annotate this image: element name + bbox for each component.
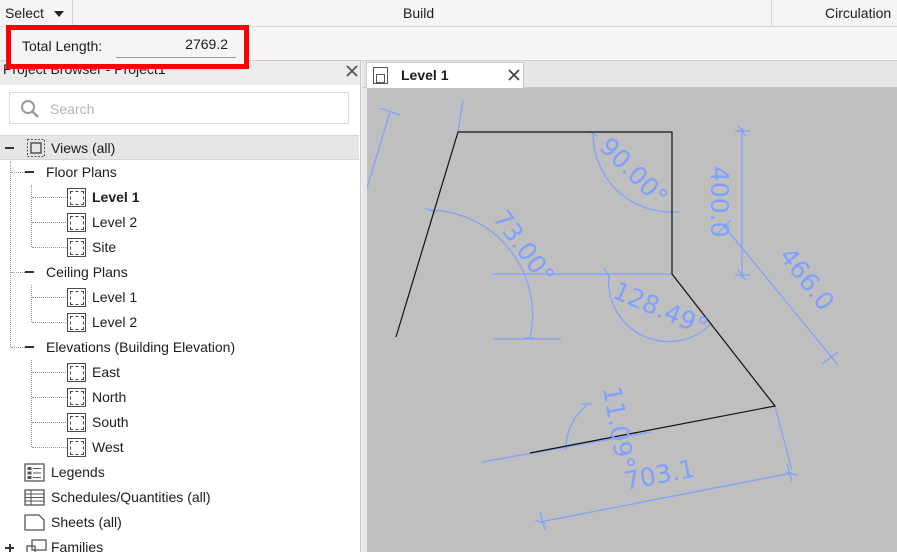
close-icon[interactable] (345, 64, 359, 78)
total-length-field[interactable]: 2769.2 (116, 35, 236, 58)
tree-item-site[interactable]: Site (0, 235, 359, 260)
floor-plan-view-icon (67, 213, 86, 232)
select-menu[interactable]: Select (5, 5, 64, 21)
dimension-line (367, 111, 391, 189)
tree-guide (32, 322, 66, 323)
tree-guide (32, 372, 66, 373)
tree-item-south[interactable]: South (0, 410, 359, 435)
tree-label-families: Families (51, 539, 104, 552)
tree-guide (32, 222, 66, 223)
tree-item-west[interactable]: West (0, 435, 359, 460)
tree-label-ceiling-level-2: Level 2 (92, 314, 138, 330)
sheet-icon (24, 514, 45, 531)
floor-plan-tab-icon (373, 67, 388, 84)
angle-label-90: 90.00° (594, 132, 674, 212)
tree-item-floor-level-1[interactable]: Level 1 (0, 185, 359, 210)
total-length-highlight: Total Length: 2769.2 (6, 25, 249, 69)
angle-label-11: 11.09° (597, 384, 640, 472)
expand-icon[interactable] (8, 543, 11, 552)
elevation-view-icon (67, 413, 86, 432)
circulation-panel-label[interactable]: Circulation (825, 5, 891, 21)
tree-item-sheets[interactable]: Sheets (all) (0, 510, 359, 535)
tree-label-schedules: Schedules/Quantities (all) (51, 489, 211, 505)
tree-label-floor-level-2: Level 2 (92, 214, 138, 230)
tree-item-floor-plans[interactable]: Floor Plans (0, 160, 359, 185)
tree-guide (11, 172, 25, 173)
build-panel-label[interactable]: Build (403, 5, 434, 21)
tree-label-floor-level-1: Level 1 (92, 189, 140, 205)
elevation-view-icon (67, 438, 86, 457)
tree-guide (32, 247, 66, 248)
legend-icon (24, 463, 45, 482)
ribbon-divider (771, 0, 772, 26)
ceiling-plan-view-icon (67, 313, 86, 332)
tree-label-floor-plans: Floor Plans (46, 164, 117, 180)
view-tab-label: Level 1 (401, 67, 449, 83)
length-label-400: 400.0 (705, 166, 734, 238)
tree-guide (32, 297, 66, 298)
elevation-view-icon (67, 363, 86, 382)
tree-label-legends: Legends (51, 464, 105, 480)
collapse-icon[interactable] (25, 171, 34, 173)
angle-label-128: 128.49° (609, 276, 712, 342)
angle-label-73: 73.00° (487, 204, 560, 289)
dimension-extension (774, 406, 793, 471)
views-icon (27, 139, 45, 157)
collapse-icon[interactable] (25, 271, 34, 273)
total-length-label: Total Length: (22, 38, 103, 54)
tree-item-ceiling-level-2[interactable]: Level 2 (0, 310, 359, 335)
select-label[interactable]: Select (5, 5, 44, 21)
view-tab-bar: Level 1 (362, 61, 897, 88)
tree-guide (11, 347, 25, 348)
tree-label-site: Site (92, 239, 117, 255)
tree-item-east[interactable]: East (0, 360, 359, 385)
tree-label-north: North (92, 389, 127, 405)
search-field[interactable]: Search (9, 92, 349, 124)
tree-item-elevations[interactable]: Elevations (Building Elevation) (0, 335, 359, 360)
tree-guide (32, 397, 66, 398)
tree-label-elevations: Elevations (Building Elevation) (46, 339, 236, 355)
collapse-icon[interactable] (25, 346, 34, 348)
drawing-canvas[interactable]: 90.00° 73.00° 128.49° 400.0 466.0 11.09°… (367, 88, 897, 552)
schedule-icon (24, 489, 45, 506)
tree-item-floor-level-2[interactable]: Level 2 (0, 210, 359, 235)
tree-label-ceiling-level-1: Level 1 (92, 289, 138, 305)
tree-guide (11, 272, 25, 273)
ceiling-plan-view-icon (67, 288, 86, 307)
tree-label-west: West (92, 439, 124, 455)
close-icon[interactable] (507, 68, 521, 82)
tree-label-south: South (92, 414, 129, 430)
dimension-labels: 90.00° 73.00° 128.49° 400.0 466.0 11.09°… (487, 132, 840, 496)
chevron-down-icon[interactable] (54, 11, 64, 17)
floor-plan-view-icon (67, 188, 86, 207)
tree-item-legends[interactable]: Legends (0, 460, 359, 485)
project-browser: Project Browser - Project1 Search Views … (0, 61, 361, 552)
floor-plan-drawing[interactable]: 90.00° 73.00° 128.49° 400.0 466.0 11.09°… (367, 88, 897, 552)
tree-item-ceiling-plans[interactable]: Ceiling Plans (0, 260, 359, 285)
tree-label-sheets: Sheets (all) (51, 514, 122, 530)
tree-item-views[interactable]: Views (all) (0, 135, 359, 160)
families-icon (26, 539, 47, 552)
tree-guide (32, 422, 66, 423)
ribbon-header: Select Build Circulation (0, 0, 897, 27)
ribbon-divider (72, 0, 73, 26)
search-icon (21, 100, 39, 118)
tree-label-east: East (92, 364, 121, 380)
tree-label-ceiling-plans: Ceiling Plans (46, 264, 128, 280)
tree-item-north[interactable]: North (0, 385, 359, 410)
tree-item-ceiling-level-1[interactable]: Level 1 (0, 285, 359, 310)
floor-plan-view-icon (67, 238, 86, 257)
search-placeholder: Search (50, 101, 95, 117)
tree-guide (32, 447, 66, 448)
dimension-annotations (367, 99, 839, 531)
length-label-466: 466.0 (773, 242, 840, 316)
tree-guide (32, 197, 66, 198)
tree-item-families[interactable]: Families (0, 535, 359, 552)
dimension-extension (457, 99, 464, 133)
collapse-icon[interactable] (5, 147, 14, 149)
tree-item-schedules[interactable]: Schedules/Quantities (all) (0, 485, 359, 510)
tree-label-views: Views (all) (51, 140, 116, 156)
view-tab-level-1[interactable]: Level 1 (366, 62, 524, 88)
elevation-view-icon (67, 388, 86, 407)
